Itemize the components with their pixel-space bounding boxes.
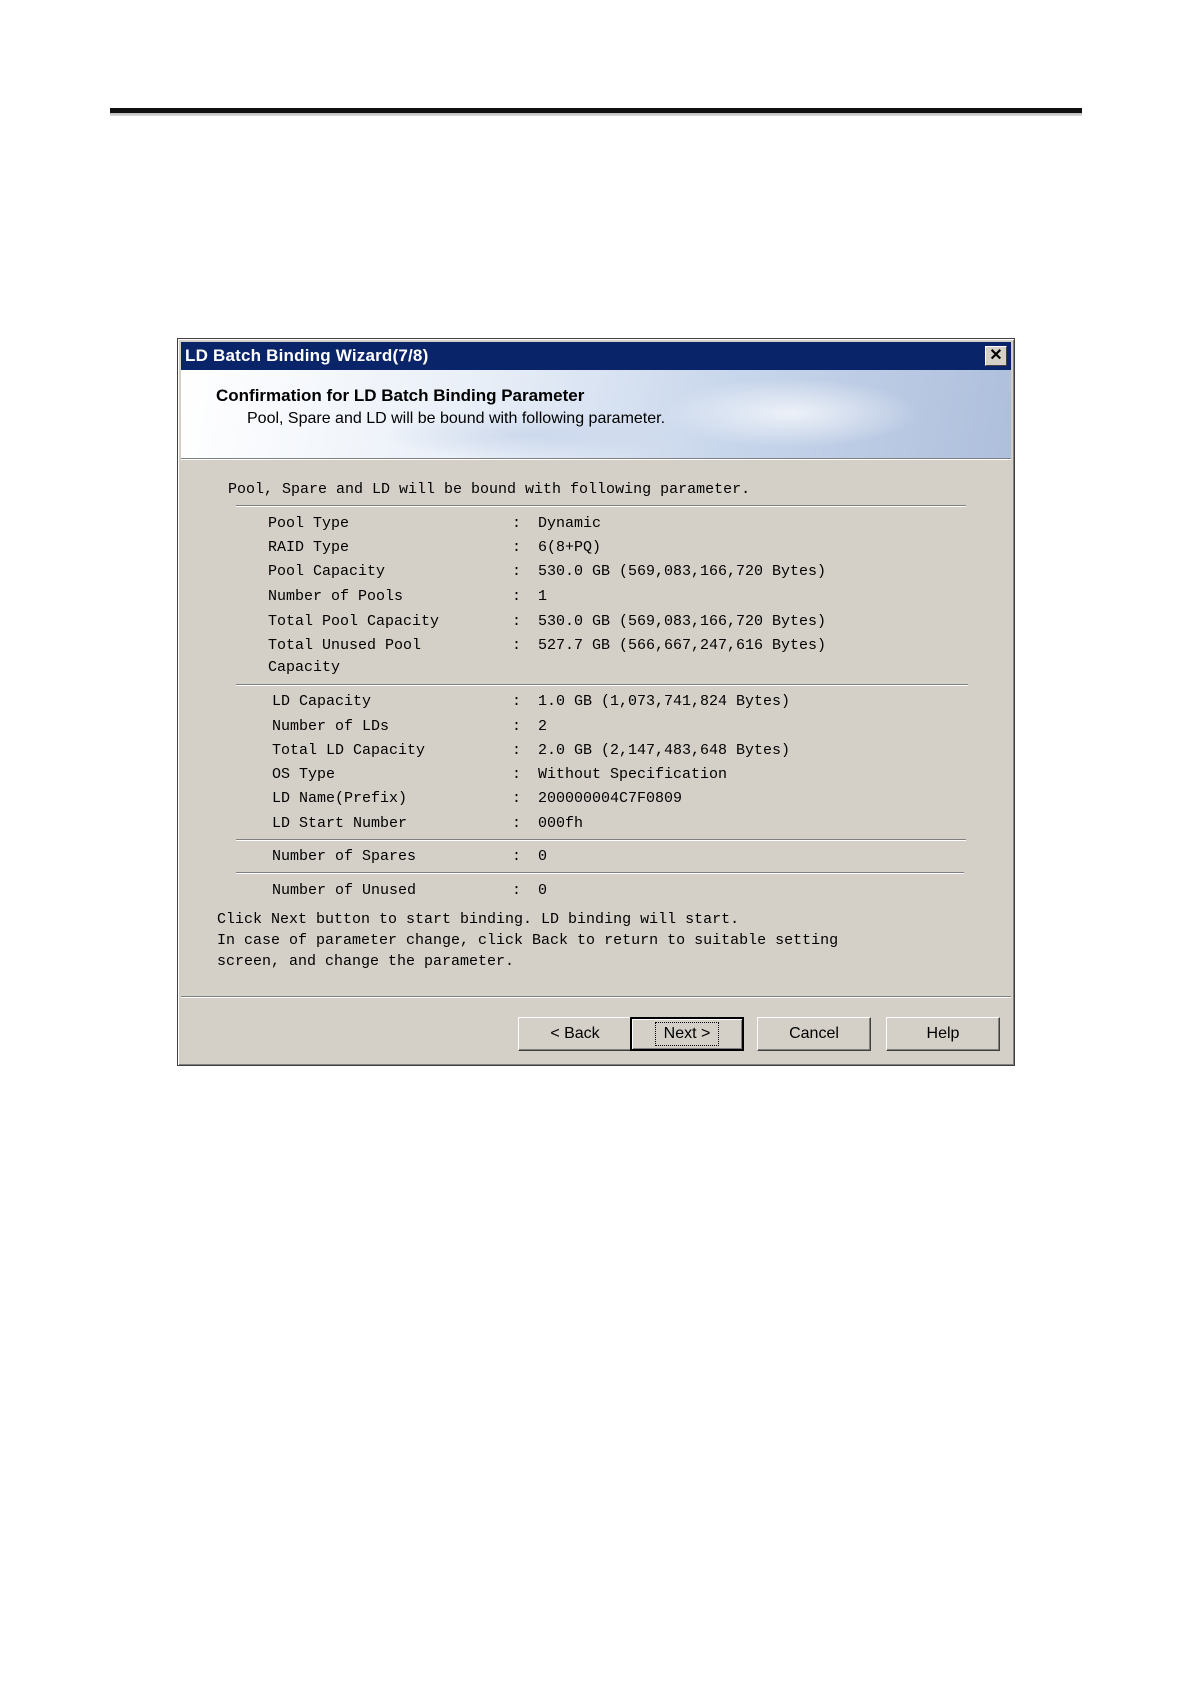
param-row: Pool Capacity : 530.0 GB (569,083,166,72… — [268, 563, 827, 580]
param-row: Total Unused Pool : 527.7 GB (566,667,24… — [268, 637, 827, 654]
param-row: Number of Spares : 0 — [272, 848, 548, 865]
intro-text: Pool, Spare and LD will be bound with fo… — [228, 481, 751, 498]
next-button[interactable]: Next > — [630, 1017, 744, 1051]
cancel-button[interactable]: Cancel — [757, 1017, 871, 1051]
divider — [236, 505, 966, 507]
next-button-label: Next > — [654, 1022, 720, 1046]
param-row: Number of Pools : 1 — [268, 588, 548, 605]
page-top-rule — [110, 108, 1082, 116]
param-row: Total Pool Capacity : 530.0 GB (569,083,… — [268, 613, 827, 630]
divider — [236, 872, 964, 874]
divider — [236, 684, 968, 686]
parameter-summary: Pool, Spare and LD will be bound with fo… — [178, 339, 1014, 1065]
param-row: Number of LDs : 2 — [272, 718, 548, 735]
param-row: LD Name(Prefix) : 200000004C7F0809 — [272, 790, 683, 807]
help-button[interactable]: Help — [886, 1017, 1000, 1051]
param-row: OS Type : Without Specification — [272, 766, 728, 783]
param-row: RAID Type : 6(8+PQ) — [268, 539, 602, 556]
param-row: Number of Unused : 0 — [272, 882, 548, 899]
note-line: Click Next button to start binding. LD b… — [217, 911, 740, 928]
param-row-continuation: Capacity — [268, 659, 341, 676]
divider — [236, 839, 966, 841]
note-line: In case of parameter change, click Back … — [217, 932, 839, 949]
note-line: screen, and change the parameter. — [217, 953, 515, 970]
param-row: LD Start Number : 000fh — [272, 815, 584, 832]
param-row: Pool Type : Dynamic — [268, 515, 602, 532]
ld-batch-binding-wizard-dialog: LD Batch Binding Wizard(7/8) ✕ Confirmat… — [177, 338, 1015, 1066]
footer-divider — [181, 996, 1011, 998]
param-row: Total LD Capacity : 2.0 GB (2,147,483,64… — [272, 742, 791, 759]
param-row: LD Capacity : 1.0 GB (1,073,741,824 Byte… — [272, 693, 791, 710]
back-button[interactable]: < Back — [518, 1017, 632, 1051]
